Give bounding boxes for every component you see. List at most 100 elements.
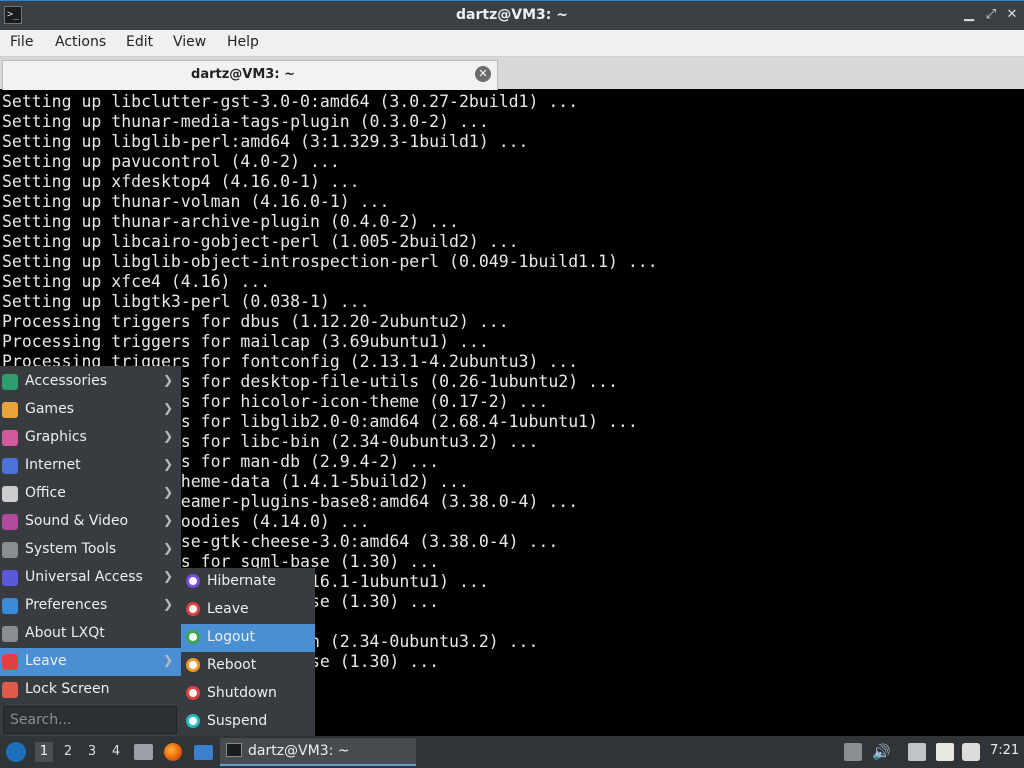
tab-label: dartz@VM3: ~ — [191, 67, 295, 82]
menu-item-system-tools[interactable]: System Tools ❯ — [0, 536, 181, 564]
chevron-right-icon: ❯ — [162, 401, 173, 415]
preferences-icon — [2, 598, 18, 614]
leave-item-reboot[interactable]: Reboot — [181, 652, 315, 680]
chevron-right-icon: ❯ — [162, 653, 173, 667]
leave-icon — [186, 602, 200, 616]
chevron-right-icon: ❯ — [162, 373, 173, 387]
menubar: File Actions Edit View Help — [0, 30, 1024, 57]
firefox-icon[interactable] — [164, 743, 182, 761]
menu-edit[interactable]: Edit — [126, 34, 153, 50]
terminal-line: Processing triggers for mailcap (3.69ubu… — [2, 332, 489, 351]
logout-icon — [186, 630, 200, 644]
terminal-line: Setting up thunar-archive-plugin (0.4.0-… — [2, 212, 459, 231]
chevron-right-icon: ❯ — [162, 541, 173, 555]
menu-item-about-lxqt[interactable]: About LXQt — [0, 620, 181, 648]
menu-item-leave[interactable]: Leave ❯ — [0, 648, 181, 676]
minimize-icon[interactable]: ▁ — [962, 7, 976, 23]
chevron-right-icon: ❯ — [162, 457, 173, 471]
menu-item-lock-screen[interactable]: Lock Screen — [0, 676, 181, 704]
menu-item-graphics[interactable]: Graphics ❯ — [0, 424, 181, 452]
office-icon — [2, 486, 18, 502]
menu-item-label: Accessories — [25, 373, 108, 389]
start-menu: Accessories ❯ Games ❯ Graphics ❯ Internet ❯ Offi… — [0, 366, 181, 736]
leave-submenu: Hibernate Leave Logout Reboot Shutdown Suspen… — [181, 568, 315, 736]
leave-item-label: Hibernate — [207, 573, 276, 589]
maximize-icon[interactable]: ⤢ — [984, 7, 998, 23]
menu-actions[interactable]: Actions — [55, 34, 106, 50]
menu-item-games[interactable]: Games ❯ — [0, 396, 181, 424]
menu-item-label: Sound & Video — [25, 513, 129, 529]
menu-file[interactable]: File — [10, 34, 33, 50]
universal-access-icon — [2, 570, 18, 586]
shutdown-icon — [186, 686, 200, 700]
reboot-icon — [186, 658, 200, 672]
desktop-2[interactable]: 2 — [59, 742, 77, 762]
menu-item-office[interactable]: Office ❯ — [0, 480, 181, 508]
leave-item-shutdown[interactable]: Shutdown — [181, 680, 315, 708]
show-desktop-icon[interactable] — [194, 745, 213, 760]
desktop-4[interactable]: 4 — [107, 742, 125, 762]
suspend-icon — [186, 714, 200, 728]
volume-icon[interactable]: 🔊 — [872, 743, 891, 761]
menu-item-label: Office — [25, 485, 66, 501]
leave-item-hibernate[interactable]: Hibernate — [181, 568, 315, 596]
chevron-right-icon: ❯ — [162, 597, 173, 611]
internet-icon — [2, 458, 18, 474]
taskbar-terminal-button[interactable]: dartz@VM3: ~ — [220, 738, 416, 766]
desktop-1[interactable]: 1 — [35, 742, 53, 762]
menu-item-sound-video[interactable]: Sound & Video ❯ — [0, 508, 181, 536]
menu-item-label: System Tools — [25, 541, 117, 557]
terminal-line: Setting up libcairo-gobject-perl (1.005-… — [2, 232, 519, 251]
terminal-line: Setting up thunar-volman (4.16.0-1) ... — [2, 192, 390, 211]
menu-item-label: Graphics — [25, 429, 87, 445]
menu-view[interactable]: View — [173, 34, 206, 50]
update-notifier-icon[interactable] — [844, 743, 862, 761]
games-icon — [2, 402, 18, 418]
terminal-tab[interactable]: dartz@VM3: ~ ✕ — [2, 60, 498, 90]
menu-item-internet[interactable]: Internet ❯ — [0, 452, 181, 480]
terminal-line: Setting up libclutter-gst-3.0-0:amd64 (3… — [2, 92, 579, 111]
desktop-3[interactable]: 3 — [83, 742, 101, 762]
menu-item-universal-access[interactable]: Universal Access ❯ — [0, 564, 181, 592]
menu-help[interactable]: Help — [227, 34, 259, 50]
lock-icon — [2, 682, 18, 698]
chevron-right-icon: ❯ — [162, 569, 173, 583]
tab-close-icon[interactable]: ✕ — [475, 66, 491, 82]
menu-item-label: Preferences — [25, 597, 108, 613]
window-titlebar[interactable]: >_ dartz@VM3: ~ ▁ ⤢ ✕ — [0, 0, 1024, 30]
leave-item-logout[interactable]: Logout — [181, 624, 315, 652]
graphics-icon — [2, 430, 18, 446]
leave-item-suspend[interactable]: Suspend — [181, 708, 315, 736]
leave-icon — [2, 654, 18, 670]
notification-icon[interactable] — [962, 743, 980, 761]
keyboard-icon[interactable] — [908, 743, 926, 761]
clipboard-icon[interactable] — [936, 743, 954, 761]
sound-video-icon — [2, 514, 18, 530]
terminal-line: Setting up thunar-media-tags-plugin (0.3… — [2, 112, 489, 131]
taskbar-task-label: dartz@VM3: ~ — [248, 743, 350, 759]
terminal-line: Setting up libglib-object-introspection-… — [2, 252, 658, 271]
window-title: dartz@VM3: ~ — [456, 7, 568, 23]
system-tools-icon — [2, 542, 18, 558]
taskbar: 1 2 3 4 dartz@VM3: ~ 🔊 7:21 — [0, 736, 1024, 768]
terminal-line: Setting up pavucontrol (4.0-2) ... — [2, 152, 340, 171]
menu-item-label: Lock Screen — [25, 681, 110, 697]
lxqt-menu-icon[interactable] — [6, 742, 26, 762]
menu-item-label: Leave — [25, 653, 67, 669]
menu-item-label: Games — [25, 401, 74, 417]
leave-item-leave[interactable]: Leave — [181, 596, 315, 624]
terminal-line: Setting up xfdesktop4 (4.16.0-1) ... — [2, 172, 360, 191]
menu-item-preferences[interactable]: Preferences ❯ — [0, 592, 181, 620]
menu-search-input[interactable]: Search... — [3, 706, 177, 734]
menu-item-label: About LXQt — [25, 625, 105, 641]
search-placeholder: Search... — [10, 712, 72, 728]
menu-item-accessories[interactable]: Accessories ❯ — [0, 368, 181, 396]
chevron-right-icon: ❯ — [162, 429, 173, 443]
terminal-line: Setting up libgtk3-perl (0.038-1) ... — [2, 292, 370, 311]
about-icon — [2, 626, 18, 642]
leave-item-label: Reboot — [207, 657, 257, 673]
chevron-right-icon: ❯ — [162, 513, 173, 527]
clock[interactable]: 7:21 — [990, 743, 1019, 758]
file-manager-icon[interactable] — [134, 744, 153, 760]
close-icon[interactable]: ✕ — [1005, 7, 1019, 23]
